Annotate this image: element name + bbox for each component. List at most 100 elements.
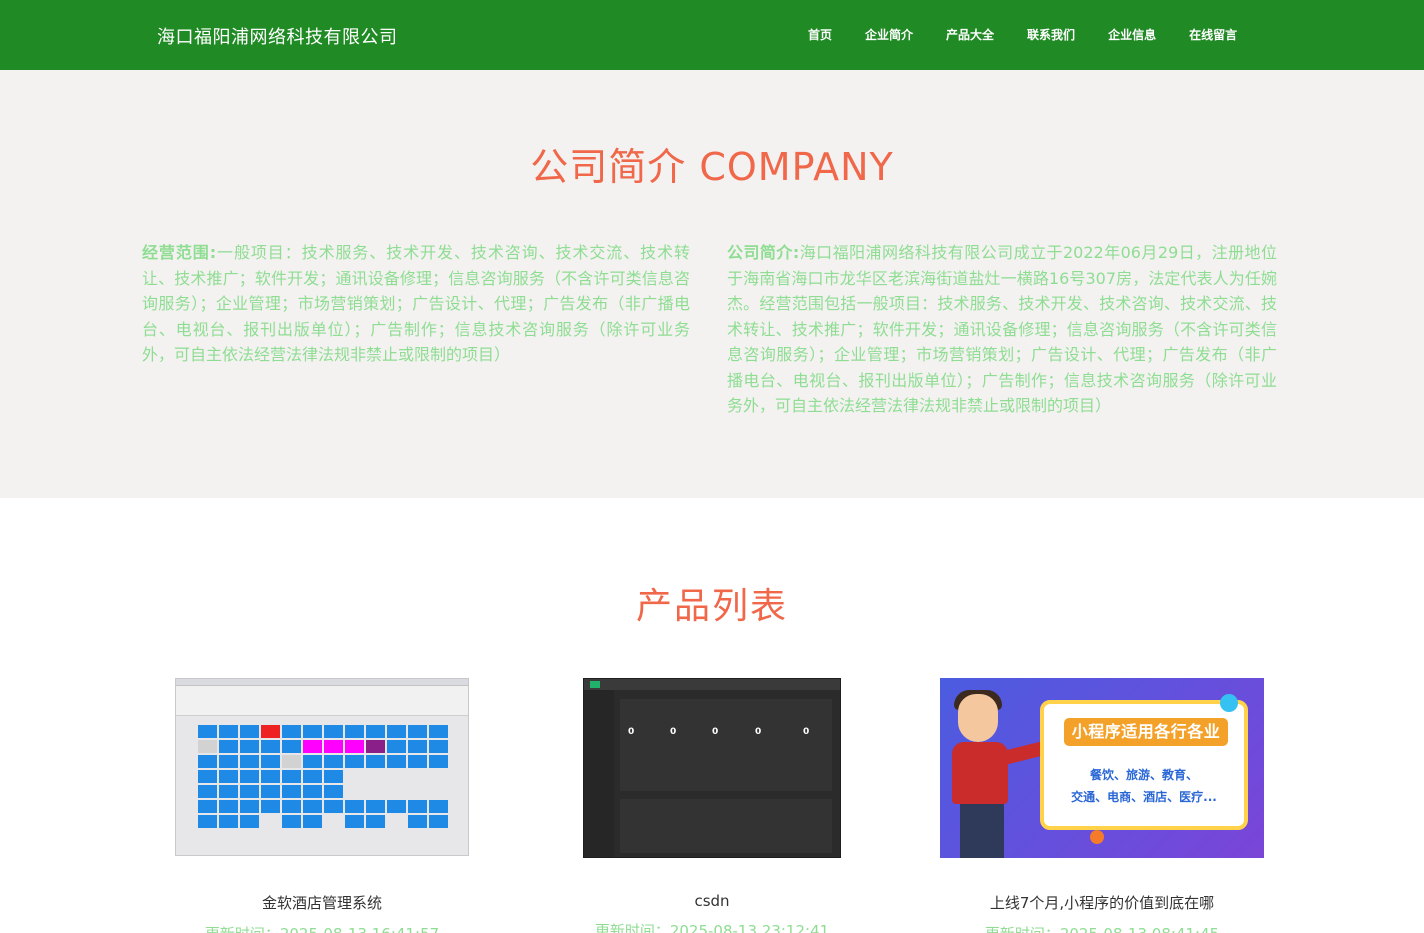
room-cell <box>219 740 238 753</box>
room-cell <box>429 800 448 813</box>
room-cell <box>387 815 406 828</box>
stats-panel <box>620 699 832 791</box>
room-cell <box>240 725 259 738</box>
room-grid <box>198 725 448 828</box>
room-cell <box>345 755 364 768</box>
nav-home[interactable]: 首页 <box>808 26 832 43</box>
room-cell <box>366 800 385 813</box>
room-cell <box>261 725 280 738</box>
room-cell <box>303 800 322 813</box>
room-cell <box>303 785 322 798</box>
brand-name[interactable]: 海口福阳浦网络科技有限公司 <box>157 23 398 49</box>
nav-message[interactable]: 在线留言 <box>1189 26 1237 43</box>
banner-line-2: 交通、电商、酒店、医疗... <box>1071 790 1217 804</box>
banner-card: 小程序适用各行各业 餐饮、旅游、教育、 交通、电商、酒店、医疗... <box>1040 700 1248 830</box>
room-cell <box>429 725 448 738</box>
room-cell <box>324 785 343 798</box>
cartoon-man-body <box>952 742 1008 804</box>
room-cell <box>219 785 238 798</box>
room-cell <box>366 755 385 768</box>
active-tab-indicator <box>590 681 600 688</box>
room-cell <box>324 800 343 813</box>
company-intro: 公司简介:海口福阳浦网络科技有限公司成立于2022年06月29日，注册地位于海南… <box>727 240 1277 419</box>
room-cell <box>240 815 259 828</box>
room-cell <box>198 740 217 753</box>
room-cell <box>303 755 322 768</box>
room-cell <box>345 785 364 798</box>
room-cell <box>198 785 217 798</box>
dashboard-sidebar <box>584 690 614 857</box>
room-cell <box>408 815 427 828</box>
stat-value: 0 <box>755 727 762 737</box>
product-card-3: 上线7个月,小程序的价值到底在哪 更新时间：2025-08-13 08:41:4… <box>952 892 1252 933</box>
room-cell <box>261 755 280 768</box>
business-scope-text: 一般项目：技术服务、技术开发、技术咨询、技术交流、技术转让、技术推广；软件开发；… <box>142 243 690 364</box>
room-cell <box>282 725 301 738</box>
room-cell <box>219 755 238 768</box>
room-cell <box>198 770 217 783</box>
room-cell <box>324 755 343 768</box>
room-cell <box>240 785 259 798</box>
main-nav: 首页 企业简介 产品大全 联系我们 企业信息 在线留言 <box>808 26 1270 43</box>
room-cell <box>282 755 301 768</box>
room-cell <box>219 725 238 738</box>
decor-dot <box>1090 830 1104 844</box>
room-cell <box>303 815 322 828</box>
room-cell <box>198 800 217 813</box>
product-name[interactable]: csdn <box>562 892 862 910</box>
room-cell <box>387 785 406 798</box>
cartoon-man-head <box>958 694 998 742</box>
room-cell <box>324 815 343 828</box>
room-cell <box>198 755 217 768</box>
room-cell <box>240 755 259 768</box>
room-cell <box>366 740 385 753</box>
product-update-time: 更新时间：2025-08-13 23:12:41 <box>594 922 830 933</box>
room-cell <box>219 800 238 813</box>
nav-company-info[interactable]: 企业信息 <box>1108 26 1156 43</box>
room-cell <box>345 725 364 738</box>
room-cell <box>366 725 385 738</box>
stat-value: 0 <box>803 727 810 737</box>
room-cell <box>345 815 364 828</box>
room-cell <box>387 740 406 753</box>
room-cell <box>408 800 427 813</box>
product-image-mini-program[interactable]: 小程序适用各行各业 餐饮、旅游、教育、 交通、电商、酒店、医疗... <box>940 678 1264 858</box>
room-cell <box>282 740 301 753</box>
room-cell <box>261 740 280 753</box>
room-cell <box>282 770 301 783</box>
room-cell <box>261 785 280 798</box>
product-card-2: csdn 更新时间：2025-08-13 23:12:41 <box>562 892 862 933</box>
room-cell <box>387 800 406 813</box>
room-cell <box>366 770 385 783</box>
room-cell <box>303 740 322 753</box>
stat-value: 0 <box>628 727 635 737</box>
stat-value: 0 <box>712 727 719 737</box>
room-cell <box>408 770 427 783</box>
nav-contact[interactable]: 联系我们 <box>1027 26 1075 43</box>
room-cell <box>282 815 301 828</box>
room-cell <box>387 755 406 768</box>
room-cell <box>198 725 217 738</box>
product-name[interactable]: 上线7个月,小程序的价值到底在哪 <box>952 892 1252 913</box>
window-topbar <box>584 679 840 690</box>
product-name[interactable]: 金软酒店管理系统 <box>172 892 472 913</box>
product-image-hotel-system[interactable] <box>175 678 469 856</box>
business-scope: 经营范围:一般项目：技术服务、技术开发、技术咨询、技术交流、技术转让、技术推广；… <box>142 240 690 368</box>
product-image-csdn[interactable]: 0 0 0 0 0 <box>583 678 841 858</box>
nav-products[interactable]: 产品大全 <box>946 26 994 43</box>
products-title: 产品列表 <box>635 586 788 627</box>
room-cell <box>282 800 301 813</box>
room-cell <box>408 740 427 753</box>
room-cell <box>429 755 448 768</box>
business-scope-label: 经营范围: <box>142 243 217 262</box>
room-cell <box>429 740 448 753</box>
decor-dot <box>1220 694 1238 712</box>
site-header: 海口福阳浦网络科技有限公司 首页 企业简介 产品大全 联系我们 企业信息 在线留… <box>0 0 1424 70</box>
product-update-time: 更新时间：2025-08-13 16:41:57 <box>172 923 472 933</box>
room-cell <box>345 800 364 813</box>
room-cell <box>261 800 280 813</box>
nav-company-intro[interactable]: 企业简介 <box>865 26 913 43</box>
room-cell <box>429 785 448 798</box>
room-cell <box>282 785 301 798</box>
room-cell <box>387 725 406 738</box>
